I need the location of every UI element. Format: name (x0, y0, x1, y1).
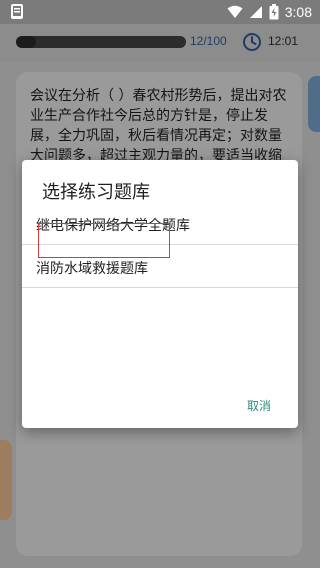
progress-count: 12/100 (190, 34, 227, 48)
selection-highlight-box (38, 223, 170, 258)
app-notification-icon (11, 4, 23, 19)
quiz-header: 12/100 12:01 (0, 24, 320, 62)
timer: 12:01 (268, 34, 299, 48)
signal-icon (249, 6, 262, 18)
cancel-button[interactable]: 取消 (247, 397, 271, 414)
edge-decoration-right (308, 76, 320, 132)
progress-bar (16, 36, 186, 48)
battery-icon (269, 4, 279, 20)
clock-icon (243, 33, 261, 51)
edge-decoration-left (0, 440, 12, 520)
dialog-item-label: 消防水域救援题库 (36, 261, 148, 277)
progress-fill (16, 36, 37, 48)
question-bank-dialog: 选择练习题库 继电保护网络大学全题库 消防水域救援题库 取消 (22, 160, 298, 428)
status-bar: 3:08 (0, 0, 320, 24)
status-time: 3:08 (284, 4, 312, 20)
wifi-icon (227, 5, 243, 18)
dialog-title: 选择练习题库 (42, 182, 150, 203)
